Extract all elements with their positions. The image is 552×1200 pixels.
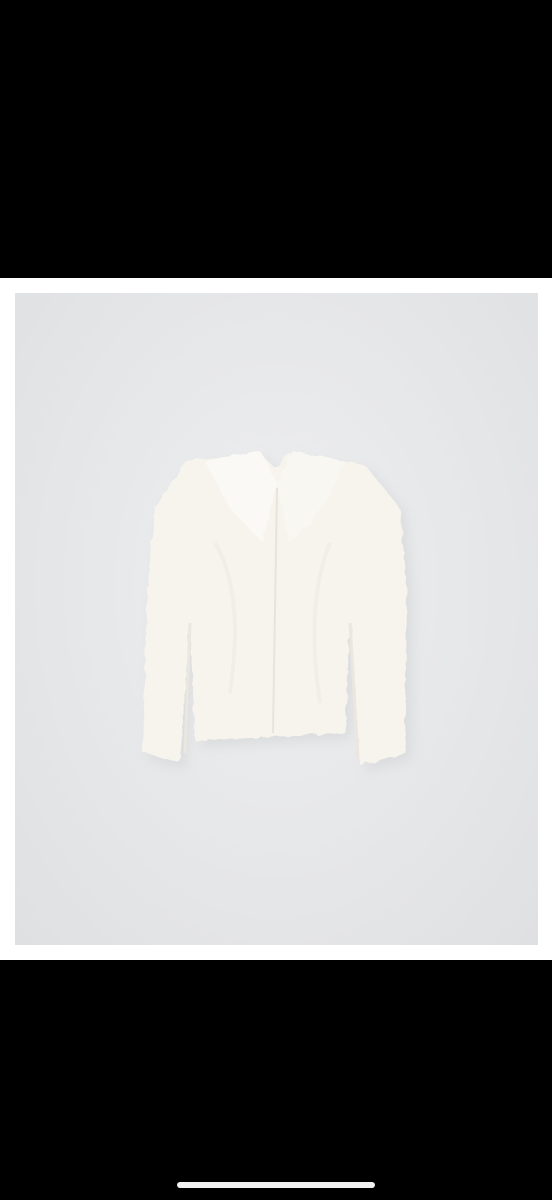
product-photo[interactable] — [15, 293, 538, 945]
home-indicator[interactable] — [177, 1182, 375, 1188]
image-viewer-screen — [0, 0, 552, 1200]
image-frame[interactable] — [0, 278, 552, 960]
fur-jacket-icon — [143, 451, 413, 771]
bottom-black-area[interactable] — [0, 960, 552, 1200]
top-black-area[interactable] — [0, 0, 552, 278]
